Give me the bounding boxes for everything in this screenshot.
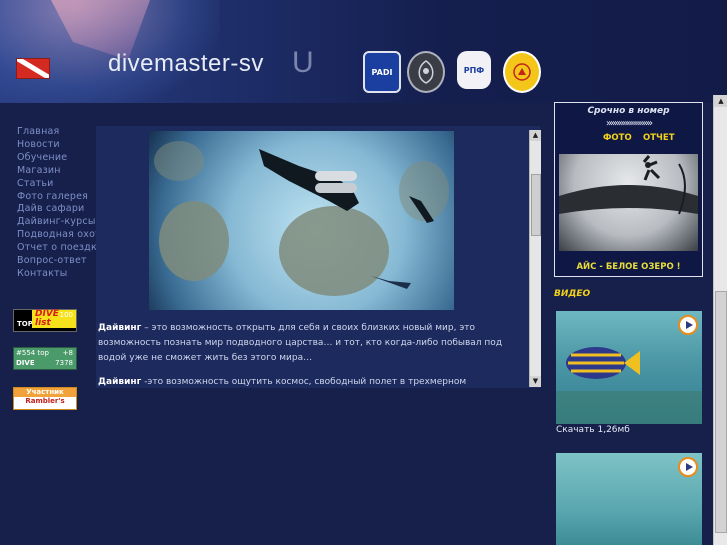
nav-item-training[interactable]: Обучение bbox=[17, 152, 109, 165]
promo-photo-label: ФОТО bbox=[603, 133, 632, 143]
content-scroll-thumb[interactable] bbox=[531, 174, 541, 236]
video-thumbnail-angelfish[interactable] bbox=[556, 311, 702, 424]
nav-item-home[interactable]: Главная bbox=[17, 126, 109, 139]
ice-dive-photo[interactable] bbox=[559, 154, 698, 251]
page-scroll-thumb[interactable] bbox=[715, 291, 727, 533]
nav-item-articles[interactable]: Статьи bbox=[17, 178, 109, 191]
ice-hole-diver-icon bbox=[559, 155, 698, 215]
divelist-top-label: TOP bbox=[17, 320, 33, 328]
nav-item-faq[interactable]: Вопрос-ответ bbox=[17, 255, 109, 268]
intro-paragraph-2: Дайвинг -это возможность ощутить космос,… bbox=[98, 375, 518, 388]
chevrons-icon: »»»»»»»»»»» bbox=[605, 118, 653, 129]
breaking-news-promo[interactable]: Срочно в номер »»»»»»»»»»» ФОТО ОТЧЕТ АЙ… bbox=[554, 102, 703, 277]
page-scroll-up-arrow-icon[interactable]: ▲ bbox=[714, 95, 727, 107]
diver-underwater-photo bbox=[149, 131, 454, 310]
site-name-suffix: U bbox=[292, 46, 314, 79]
main-content-frame: Дайвинг – это возможность открыть для се… bbox=[96, 126, 540, 388]
nav-item-photo-gallery[interactable]: Фото галерея bbox=[17, 191, 109, 204]
dive-flag-icon bbox=[16, 58, 50, 79]
content-scrollbar[interactable]: ▲ ▼ bbox=[529, 130, 541, 387]
video-play-icon[interactable] bbox=[678, 315, 698, 335]
padi-logo-label: PADI bbox=[371, 67, 393, 77]
divetop-rank: #554 top bbox=[16, 349, 49, 357]
divetop-count: 7378 bbox=[55, 359, 73, 367]
site-header: divemaster-sv U PADI РПФ bbox=[0, 0, 727, 103]
main-navigation: Главная Новости Обучение Магазин Статьи … bbox=[17, 126, 109, 281]
nav-item-dive-safari[interactable]: Дайв сафари bbox=[17, 203, 109, 216]
page-scrollbar[interactable]: ▲ bbox=[713, 95, 727, 545]
rambler-brand-label: Rambler's bbox=[25, 397, 65, 405]
divetop-brand: DIVE bbox=[16, 359, 35, 367]
nav-item-news[interactable]: Новости bbox=[17, 139, 109, 152]
cmas-logo[interactable] bbox=[407, 51, 445, 93]
video-download-link[interactable]: Скачать 1,26мб bbox=[556, 425, 630, 435]
cmas-emblem-icon bbox=[418, 60, 434, 84]
divetop-delta: +8 bbox=[62, 349, 73, 357]
intro-paragraph-1: Дайвинг – это возможность открыть для се… bbox=[98, 321, 518, 366]
video-thumbnail-reef[interactable] bbox=[556, 453, 702, 545]
nav-item-trip-reports[interactable]: Отчет о поездках bbox=[17, 242, 109, 255]
rpf-logo-label: РПФ bbox=[463, 65, 485, 75]
divetop-counter-badge[interactable]: #554 top +8 DIVE 7378 bbox=[13, 347, 77, 370]
nav-item-diving-courses[interactable]: Дайвинг-курсы bbox=[17, 216, 109, 229]
paragraph-2-body: -это возможность ощутить космос, свободн… bbox=[144, 377, 467, 387]
nav-item-contacts[interactable]: Контакты bbox=[17, 268, 109, 281]
site-name[interactable]: divemaster-sv bbox=[108, 50, 264, 78]
rambler-top100-badge[interactable]: Участник Rambler's bbox=[13, 387, 77, 410]
paragraph-1-body: – это возможность открыть для себя и сво… bbox=[98, 323, 503, 363]
nav-item-spearfishing[interactable]: Подводная охота bbox=[17, 229, 109, 242]
federation-logo[interactable] bbox=[503, 51, 541, 93]
diver-figure-icon bbox=[513, 63, 531, 81]
paragraph-1-lead: Дайвинг bbox=[98, 323, 142, 333]
divelist-rank-label: 100 bbox=[59, 311, 73, 319]
rambler-participant-label: Участник bbox=[14, 388, 76, 397]
video-play-icon[interactable] bbox=[678, 457, 698, 477]
scroll-down-arrow-icon[interactable]: ▼ bbox=[530, 376, 541, 387]
scroll-up-arrow-icon[interactable]: ▲ bbox=[530, 130, 541, 141]
divelist-top100-badge[interactable]: TOP DIVE list 100 bbox=[13, 309, 77, 332]
diver-silhouette-icon bbox=[259, 149, 434, 289]
promo-caption[interactable]: АЙС - БЕЛОЕ ОЗЕРО ! bbox=[555, 262, 702, 272]
intro-text: Дайвинг – это возможность открыть для се… bbox=[98, 321, 518, 388]
padi-logo[interactable]: PADI bbox=[363, 51, 401, 93]
paragraph-2-lead: Дайвинг bbox=[98, 377, 142, 387]
rpf-logo[interactable]: РПФ bbox=[457, 51, 491, 89]
promo-title: Срочно в номер bbox=[587, 106, 670, 116]
promo-report-label: ОТЧЕТ bbox=[643, 133, 675, 143]
video-section-heading: ВИДЕО bbox=[554, 289, 591, 299]
nav-item-shop[interactable]: Магазин bbox=[17, 165, 109, 178]
